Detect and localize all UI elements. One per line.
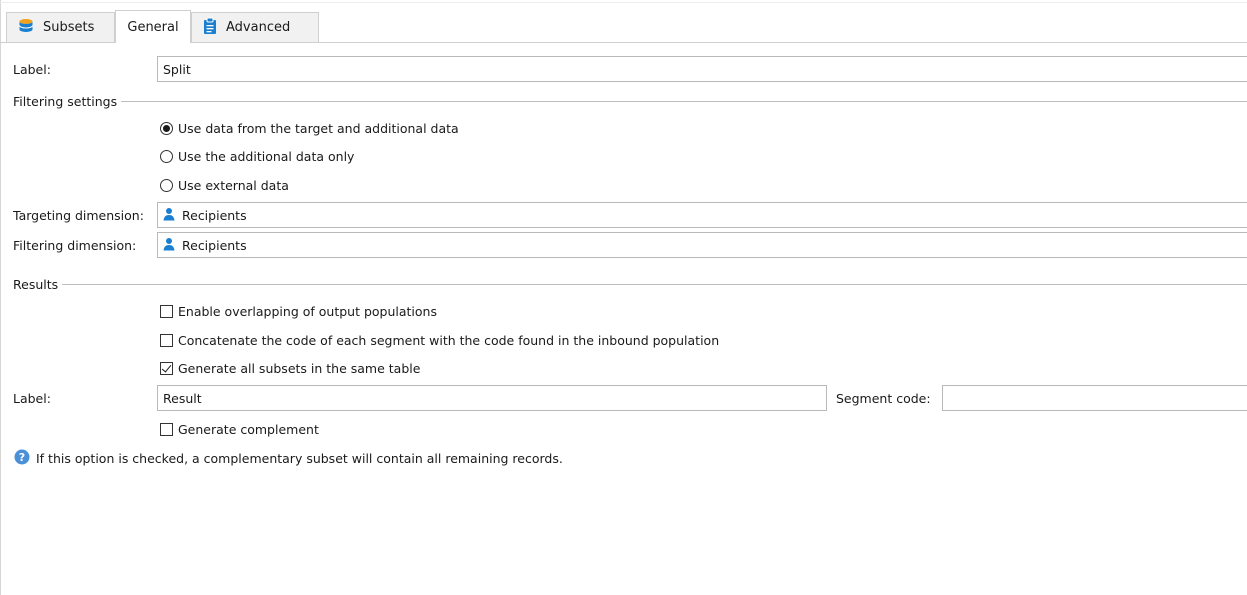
checkbox-concatenate-code[interactable]: Concatenate the code of each segment wit… (160, 333, 719, 348)
result-label-value: Result (163, 390, 202, 406)
section-divider (62, 284, 1247, 285)
radio-label: Use external data (178, 178, 289, 193)
radio-button[interactable] (160, 150, 173, 163)
tab-subsets[interactable]: Subsets (6, 12, 115, 42)
filtering-dimension-field[interactable]: Recipients (157, 232, 1247, 258)
result-label-input[interactable]: Result (157, 385, 827, 411)
filtering-settings-title: Filtering settings (13, 93, 118, 109)
result-label-caption: Label: (13, 391, 51, 406)
filtering-settings-section: Filtering settings (13, 93, 1247, 109)
segment-code-input[interactable] (942, 385, 1247, 411)
targeting-dimension-field[interactable]: Recipients (157, 202, 1247, 228)
user-icon (163, 207, 175, 224)
checkbox-label: Generate complement (178, 422, 319, 437)
checkbox-label: Concatenate the code of each segment wit… (178, 333, 720, 348)
targeting-dimension-caption: Targeting dimension: (13, 208, 144, 223)
checkbox[interactable] (160, 362, 173, 375)
radio-target-and-additional[interactable]: Use data from the target and additional … (160, 121, 459, 136)
help-icon: ? (14, 449, 30, 468)
tab-advanced-label: Advanced (226, 20, 291, 35)
radio-button[interactable] (160, 179, 173, 192)
section-divider (121, 101, 1247, 102)
svg-text:?: ? (19, 451, 25, 464)
tab-general-label: General (127, 19, 179, 35)
results-title: Results (13, 276, 59, 292)
window-top-rule (0, 2, 1247, 3)
label-caption: Label: (13, 62, 51, 77)
filtering-dimension-caption: Filtering dimension: (13, 238, 137, 253)
window-left-border (0, 0, 1, 595)
results-section: Results (13, 276, 1247, 292)
tab-general[interactable]: General (115, 10, 191, 43)
checkbox-label: Generate all subsets in the same table (178, 361, 421, 376)
label-input-value: Split (163, 61, 191, 77)
checkbox[interactable] (160, 334, 173, 347)
checkbox[interactable] (160, 305, 173, 318)
checkbox-enable-overlapping[interactable]: Enable overlapping of output populations (160, 304, 437, 319)
checkbox-generate-complement[interactable]: Generate complement (160, 422, 319, 437)
radio-label: Use the additional data only (178, 149, 355, 164)
info-message: ? If this option is checked, a complemen… (14, 449, 563, 468)
radio-button[interactable] (160, 122, 173, 135)
tab-advanced[interactable]: Advanced (191, 12, 319, 42)
filtering-dimension-value: Recipients (182, 237, 247, 253)
checkbox-generate-same-table[interactable]: Generate all subsets in the same table (160, 361, 420, 376)
radio-external-data[interactable]: Use external data (160, 178, 289, 193)
tab-subsets-label: Subsets (43, 20, 95, 35)
targeting-dimension-value: Recipients (182, 207, 247, 223)
checkbox[interactable] (160, 423, 173, 436)
checkbox-label: Enable overlapping of output populations (178, 304, 437, 319)
radio-additional-only[interactable]: Use the additional data only (160, 149, 354, 164)
user-icon (163, 237, 175, 254)
segment-code-caption: Segment code: (836, 391, 931, 406)
label-input[interactable]: Split (157, 56, 1247, 82)
info-text: If this option is checked, a complementa… (36, 451, 563, 466)
database-icon (17, 18, 35, 37)
clipboard-icon (202, 17, 218, 38)
radio-label: Use data from the target and additional … (178, 121, 459, 136)
